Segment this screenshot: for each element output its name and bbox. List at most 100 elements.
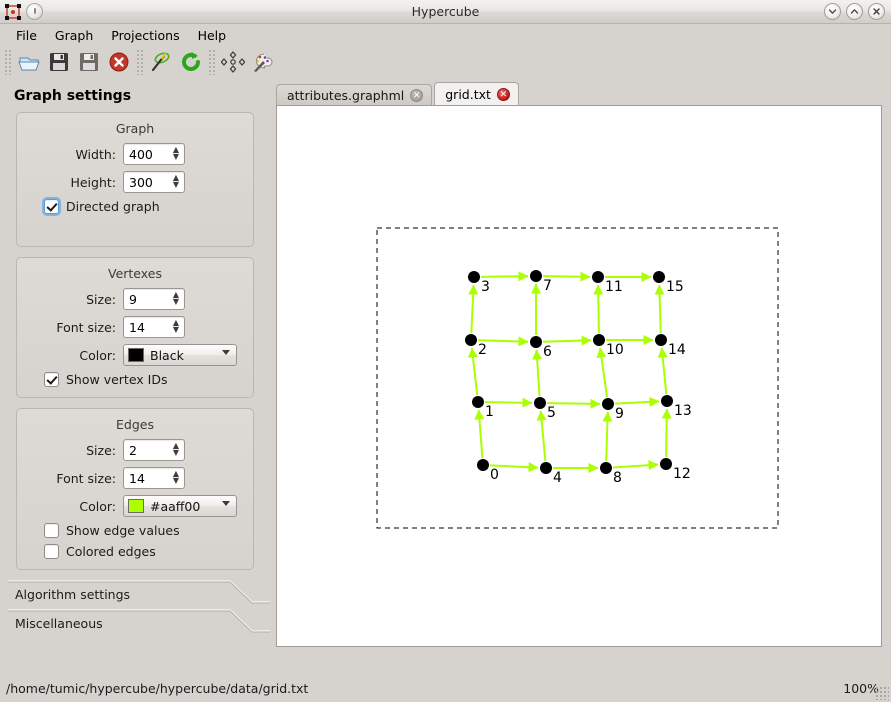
graph-edge[interactable] bbox=[485, 402, 532, 403]
graph-edge[interactable] bbox=[541, 411, 546, 461]
height-label: Height: bbox=[17, 175, 123, 190]
graph-node[interactable] bbox=[600, 462, 612, 474]
vertex-font-size-stepper[interactable]: 14 ▲▼ bbox=[123, 316, 185, 338]
show-edge-values-row[interactable]: Show edge values bbox=[17, 523, 253, 538]
graph-node-label: 5 bbox=[547, 405, 556, 421]
graph-canvas[interactable]: 0123456789101112131415 bbox=[276, 105, 882, 647]
graph-edge[interactable] bbox=[598, 285, 599, 333]
group-title-edges: Edges bbox=[17, 415, 253, 439]
show-vertex-ids-checkbox[interactable] bbox=[44, 372, 59, 387]
height-row: Height: 300 ▲▼ bbox=[17, 171, 253, 193]
directed-graph-row[interactable]: Directed graph bbox=[17, 199, 253, 214]
graph-node[interactable] bbox=[540, 462, 552, 474]
menu-help[interactable]: Help bbox=[190, 26, 235, 45]
graph-node-label: 0 bbox=[490, 467, 499, 483]
settings-sidebar: Graph settings Graph Width: 400 ▲▼ Heigh… bbox=[0, 78, 270, 674]
vertex-size-stepper[interactable]: 9 ▲▼ bbox=[123, 288, 185, 310]
stepper-arrows-icon[interactable]: ▲▼ bbox=[173, 174, 179, 188]
layout-wand-button[interactable] bbox=[146, 48, 176, 76]
close-icon[interactable]: ✕ bbox=[497, 88, 510, 101]
graph-edge[interactable] bbox=[543, 276, 590, 277]
width-stepper[interactable]: 400 ▲▼ bbox=[123, 143, 185, 165]
save-as-button[interactable] bbox=[74, 48, 104, 76]
graph-edge[interactable] bbox=[472, 348, 477, 395]
tab-grid-txt[interactable]: grid.txt ✕ bbox=[434, 82, 519, 106]
minimize-button[interactable] bbox=[824, 3, 841, 20]
close-icon[interactable]: ✕ bbox=[410, 89, 423, 102]
graph-node[interactable] bbox=[534, 397, 546, 409]
graph-edge[interactable] bbox=[471, 285, 473, 333]
close-file-button[interactable] bbox=[104, 48, 134, 76]
open-button[interactable] bbox=[14, 48, 44, 76]
edge-size-stepper[interactable]: 2 ▲▼ bbox=[123, 439, 185, 461]
maximize-button[interactable] bbox=[846, 3, 863, 20]
refresh-arrow-icon bbox=[179, 50, 203, 74]
chevron-down-icon bbox=[222, 501, 230, 506]
edge-color-value: #aaff00 bbox=[150, 499, 200, 514]
app-icon bbox=[4, 3, 22, 21]
stepper-arrows-icon[interactable]: ▲▼ bbox=[173, 442, 179, 456]
vertex-color-value: Black bbox=[150, 348, 184, 363]
show-edge-values-label: Show edge values bbox=[66, 523, 180, 538]
palette-button[interactable] bbox=[248, 48, 278, 76]
edge-font-size-row: Font size: 14 ▲▼ bbox=[17, 467, 253, 489]
graph-edge[interactable] bbox=[662, 348, 667, 394]
graph-edge[interactable] bbox=[615, 401, 659, 403]
height-stepper[interactable]: 300 ▲▼ bbox=[123, 171, 185, 193]
graph-node[interactable] bbox=[660, 458, 672, 470]
vertex-color-swatch bbox=[128, 348, 144, 362]
graph-edge[interactable] bbox=[479, 410, 483, 458]
graph-node[interactable] bbox=[468, 271, 480, 283]
graph-edge[interactable] bbox=[537, 350, 540, 396]
graph-edge[interactable] bbox=[481, 276, 528, 277]
floppy-disk-icon bbox=[77, 50, 101, 74]
refresh-button[interactable] bbox=[176, 48, 206, 76]
graph-node[interactable] bbox=[465, 334, 477, 346]
graph-edge[interactable] bbox=[543, 340, 591, 342]
show-edge-values-checkbox[interactable] bbox=[44, 523, 59, 538]
edge-color-select[interactable]: #aaff00 bbox=[123, 495, 237, 517]
menu-file[interactable]: File bbox=[8, 26, 45, 45]
graph-node[interactable] bbox=[477, 459, 489, 471]
graph-node[interactable] bbox=[602, 398, 614, 410]
edge-font-size-stepper[interactable]: 14 ▲▼ bbox=[123, 467, 185, 489]
edge-color-row: Color: #aaff00 bbox=[17, 495, 253, 517]
graph-node[interactable] bbox=[655, 334, 667, 346]
expander-miscellaneous[interactable]: Miscellaneous bbox=[0, 609, 270, 638]
graph-node[interactable] bbox=[653, 271, 665, 283]
graph-edge[interactable] bbox=[659, 285, 661, 333]
colored-edges-checkbox[interactable] bbox=[44, 544, 59, 559]
vertex-color-select[interactable]: Black bbox=[123, 344, 237, 366]
window-menu-button[interactable] bbox=[26, 3, 43, 20]
resize-grip[interactable] bbox=[875, 686, 889, 700]
graph-edge[interactable] bbox=[606, 412, 608, 461]
toolbar-grip-2[interactable] bbox=[136, 49, 144, 75]
tab-attributes-graphml[interactable]: attributes.graphml ✕ bbox=[276, 84, 432, 106]
close-button[interactable] bbox=[868, 3, 885, 20]
toolbar-grip-3[interactable] bbox=[208, 49, 216, 75]
menu-graph[interactable]: Graph bbox=[47, 26, 101, 45]
directed-graph-checkbox[interactable] bbox=[44, 199, 59, 214]
graph-node[interactable] bbox=[592, 271, 604, 283]
graph-node[interactable] bbox=[661, 395, 673, 407]
stepper-arrows-icon[interactable]: ▲▼ bbox=[173, 470, 179, 484]
graph-node[interactable] bbox=[472, 396, 484, 408]
tab-label: grid.txt bbox=[445, 87, 491, 102]
graph-node[interactable] bbox=[530, 336, 542, 348]
toolbar-grip[interactable] bbox=[4, 49, 12, 75]
expander-algorithm-settings[interactable]: Algorithm settings bbox=[0, 580, 270, 609]
stepper-arrows-icon[interactable]: ▲▼ bbox=[173, 146, 179, 160]
graph-edge[interactable] bbox=[666, 409, 667, 457]
graph-edge[interactable] bbox=[613, 465, 658, 468]
stepper-arrows-icon[interactable]: ▲▼ bbox=[173, 291, 179, 305]
width-value: 400 bbox=[124, 147, 153, 162]
show-vertex-ids-row[interactable]: Show vertex IDs bbox=[17, 372, 253, 387]
menu-projections[interactable]: Projections bbox=[103, 26, 187, 45]
graph-node[interactable] bbox=[530, 270, 542, 282]
stepper-arrows-icon[interactable]: ▲▼ bbox=[173, 319, 179, 333]
save-button[interactable] bbox=[44, 48, 74, 76]
colored-edges-row[interactable]: Colored edges bbox=[17, 544, 253, 559]
graph-node[interactable] bbox=[593, 334, 605, 346]
graph-edge[interactable] bbox=[547, 403, 600, 404]
arrange-button[interactable] bbox=[218, 48, 248, 76]
